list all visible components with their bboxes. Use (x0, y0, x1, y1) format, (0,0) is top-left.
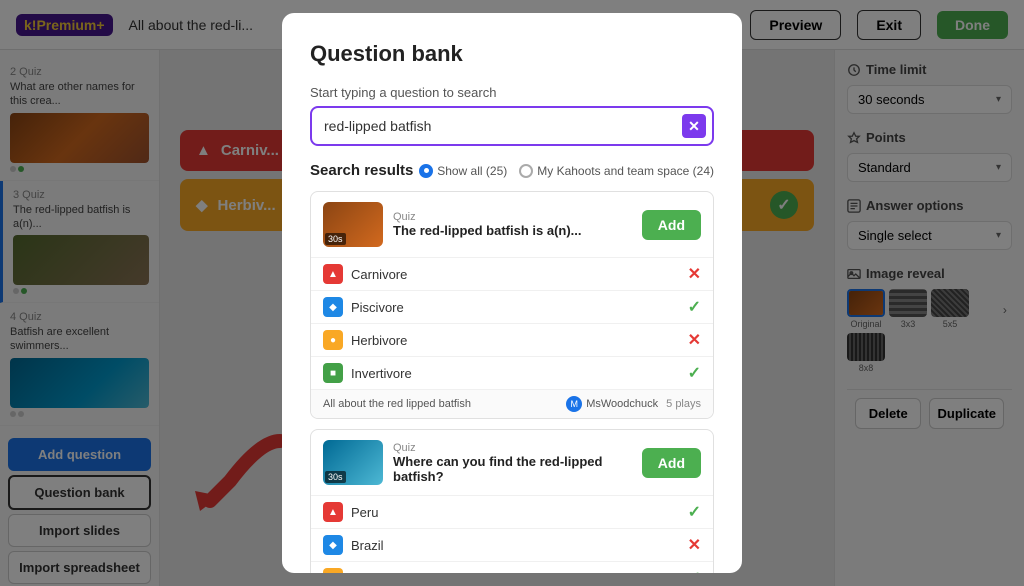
search-wrapper: ✕ (310, 106, 714, 146)
answer-text-1-1: Carnivore (351, 267, 680, 282)
clear-search-button[interactable]: ✕ (682, 114, 706, 138)
correct-icon-2-3: ✓ (688, 568, 701, 573)
answer-icon-2-1: ▲ (323, 502, 343, 522)
result-footer-1: All about the red lipped batfish M MsWoo… (311, 389, 713, 418)
wrong-icon-2-2: ✕ (688, 535, 701, 555)
radio-group: Show all (25) My Kahoots and team space … (419, 164, 714, 178)
user-name-1: MsWoodchuck (586, 398, 658, 410)
correct-icon-2-1: ✓ (688, 502, 701, 522)
modal-title: Question bank (310, 41, 714, 67)
result-type-2: Quiz (393, 442, 632, 454)
kahoot-name-1: All about the red lipped batfish (323, 398, 566, 410)
radio-show-all[interactable]: Show all (25) (419, 164, 507, 178)
answer-icon-2-2: ◆ (323, 535, 343, 555)
answer-icon-2-3: ● (323, 568, 343, 573)
answer-row-1-4: ■ Invertivore ✓ (311, 356, 713, 389)
answer-text-1-2: Piscivore (351, 300, 680, 315)
answer-row-1-2: ◆ Piscivore ✓ (311, 290, 713, 323)
search-input[interactable] (310, 106, 714, 146)
result-question-1: The red-lipped batfish is a(n)... (393, 223, 632, 238)
add-result-2-button[interactable]: Add (642, 448, 701, 478)
answer-icon-1-4: ■ (323, 363, 343, 383)
answer-row-2-1: ▲ Peru ✓ (311, 495, 713, 528)
result-card-2: 30s Quiz Where can you find the red-lipp… (310, 429, 714, 573)
result-meta-1: Quiz The red-lipped batfish is a(n)... (393, 211, 632, 238)
result-thumb-2: 30s (323, 440, 383, 485)
answer-text-2-2: Brazil (351, 538, 680, 553)
radio-show-all-label: Show all (25) (437, 164, 507, 178)
radio-my-kahoots-label: My Kahoots and team space (24) (537, 164, 714, 178)
result-card-1: 30s Quiz The red-lipped batfish is a(n).… (310, 191, 714, 419)
wrong-icon-1-1: ✕ (688, 264, 701, 284)
result-timer-2: 30s (325, 471, 346, 483)
plays-1: 5 plays (666, 398, 701, 410)
answer-row-1-1: ▲ Carnivore ✕ (311, 257, 713, 290)
user-avatar-1: M (566, 396, 582, 412)
answer-text-2-1: Peru (351, 505, 680, 520)
answer-row-1-3: ● Herbivore ✕ (311, 323, 713, 356)
answer-icon-1-3: ● (323, 330, 343, 350)
result-card-header-2: 30s Quiz Where can you find the red-lipp… (311, 430, 713, 495)
answer-icon-1-1: ▲ (323, 264, 343, 284)
modal-overlay[interactable]: Question bank Start typing a question to… (0, 0, 1024, 586)
result-meta-2: Quiz Where can you find the red-lipped b… (393, 442, 632, 484)
results-header: Search results Show all (25) My Kahoots … (310, 162, 714, 179)
result-card-header-1: 30s Quiz The red-lipped batfish is a(n).… (311, 192, 713, 257)
radio-my-kahoots[interactable]: My Kahoots and team space (24) (519, 164, 714, 178)
radio-dot-empty (519, 164, 533, 178)
wrong-icon-1-3: ✕ (688, 330, 701, 350)
answer-text-1-4: Invertivore (351, 366, 680, 381)
search-label: Start typing a question to search (310, 85, 714, 100)
results-title: Search results (310, 162, 413, 179)
answer-text-2-3: Galapagos (351, 571, 680, 574)
result-thumb-1: 30s (323, 202, 383, 247)
answer-row-2-2: ◆ Brazil ✕ (311, 528, 713, 561)
correct-icon-1-2: ✓ (688, 297, 701, 317)
answer-row-2-3: ● Galapagos ✓ (311, 561, 713, 573)
answer-text-1-3: Herbivore (351, 333, 680, 348)
radio-dot-filled (419, 164, 433, 178)
result-type-1: Quiz (393, 211, 632, 223)
result-question-2: Where can you find the red-lipped batfis… (393, 454, 632, 484)
question-bank-modal: Question bank Start typing a question to… (282, 13, 742, 573)
add-result-1-button[interactable]: Add (642, 210, 701, 240)
correct-icon-1-4: ✓ (688, 363, 701, 383)
result-timer-1: 30s (325, 233, 346, 245)
answer-icon-1-2: ◆ (323, 297, 343, 317)
